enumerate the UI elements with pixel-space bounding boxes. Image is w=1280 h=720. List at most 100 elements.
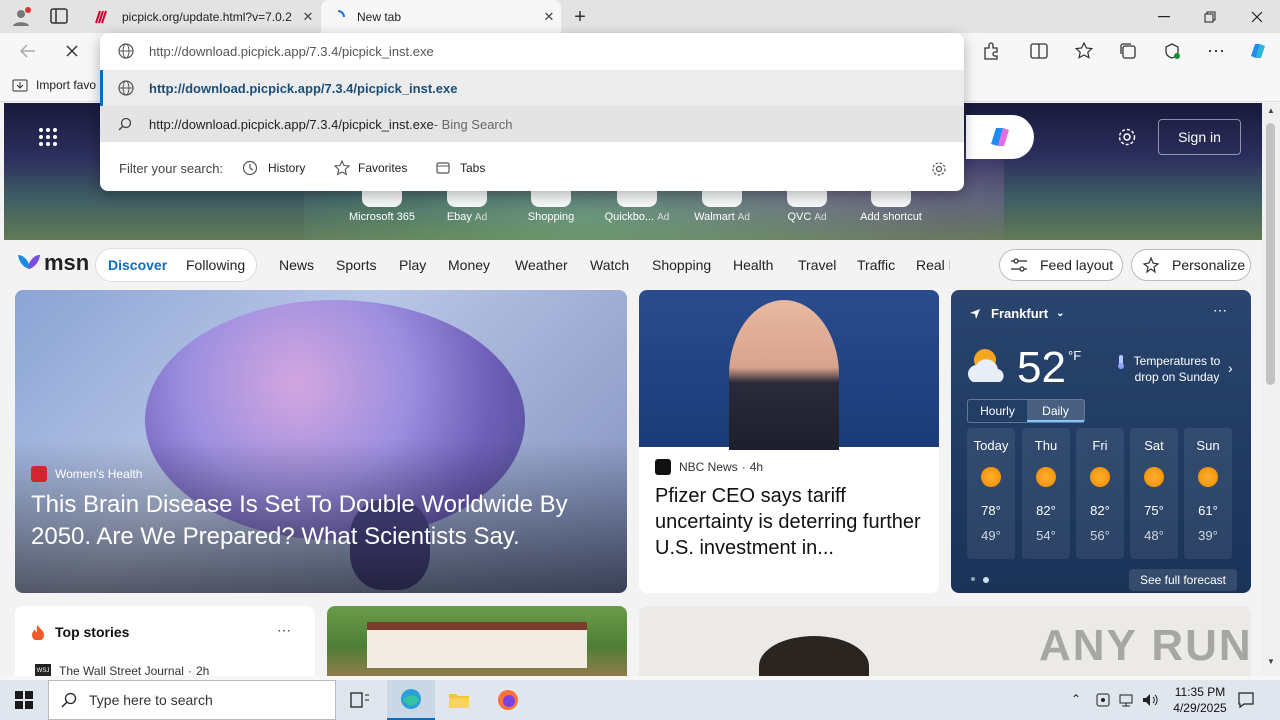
top-stories-title: Top stories xyxy=(55,624,130,640)
close-tab-icon[interactable]: ✕ xyxy=(296,5,320,29)
address-bar[interactable] xyxy=(100,33,964,69)
favorites-icon[interactable] xyxy=(1068,35,1100,67)
tab-hourly[interactable]: Hourly xyxy=(968,400,1027,422)
volume-icon[interactable] xyxy=(1141,691,1159,709)
tab-new-tab[interactable]: New tab ✕ xyxy=(321,0,561,33)
forecast-toggle: Hourly Daily xyxy=(967,399,1085,423)
edge-taskbar-icon[interactable] xyxy=(387,680,435,720)
import-favorites-link[interactable]: Import favo xyxy=(12,78,96,92)
personalize-button[interactable]: Personalize xyxy=(1131,249,1251,281)
suggestion-bing-search[interactable]: http://download.picpick.app/7.3.4/picpic… xyxy=(100,106,964,142)
sun-icon xyxy=(1036,467,1056,487)
nav-travel[interactable]: Travel xyxy=(798,257,836,273)
copilot-icon[interactable] xyxy=(1242,35,1274,67)
location-name: Frankfurt xyxy=(991,306,1049,321)
source-name: The Wall Street Journal xyxy=(59,664,184,676)
firefox-icon[interactable] xyxy=(484,680,532,720)
weather-location[interactable]: Frankfurt ⌄ xyxy=(969,306,1064,321)
feed-layout-button[interactable]: Feed layout xyxy=(999,249,1123,281)
settings-gear-icon[interactable] xyxy=(1117,127,1137,147)
day-low: 56° xyxy=(1090,528,1110,543)
browser-essentials-icon[interactable] xyxy=(1156,35,1188,67)
partly-sunny-icon xyxy=(1198,467,1218,487)
more-options-icon[interactable]: ⋯ xyxy=(1200,35,1232,67)
hotel-landscape-photo[interactable] xyxy=(327,606,627,676)
temp-unit[interactable]: °F xyxy=(1068,348,1081,363)
tab-actions-icon[interactable] xyxy=(50,8,68,24)
side-article-card[interactable]: NBC News · 4h Pfizer CEO says tariff unc… xyxy=(639,290,939,593)
wsj-logo-icon: WSJ xyxy=(35,664,51,676)
split-screen-icon[interactable] xyxy=(1023,35,1055,67)
forecast-day[interactable]: Sun 61° 39° xyxy=(1184,428,1232,559)
restore-icon[interactable] xyxy=(1187,0,1233,33)
search-settings-gear-icon[interactable] xyxy=(931,161,947,177)
nav-sports[interactable]: Sports xyxy=(336,257,376,273)
main-headline[interactable]: This Brain Disease Is Set To Double Worl… xyxy=(31,489,611,553)
forecast-day[interactable]: Today 78° 49° xyxy=(967,428,1015,559)
see-full-forecast-link[interactable]: See full forecast xyxy=(1129,569,1237,591)
stop-loading-icon[interactable] xyxy=(56,35,88,67)
filter-tabs[interactable]: Tabs xyxy=(435,160,485,176)
page-scrollbar[interactable]: ▲ ▼ xyxy=(1262,103,1280,676)
sign-in-button[interactable]: Sign in xyxy=(1158,119,1241,155)
history-icon xyxy=(242,160,258,176)
address-input[interactable] xyxy=(149,43,809,59)
weather-more-icon[interactable]: ⋯ xyxy=(1213,302,1227,319)
app-launcher-icon[interactable] xyxy=(38,127,58,147)
more-options-icon[interactable]: ⋯ xyxy=(277,622,291,639)
weather-alert[interactable]: Temperatures to drop on Sunday xyxy=(1131,353,1223,385)
defender-icon[interactable] xyxy=(1096,692,1110,708)
nav-shopping[interactable]: Shopping xyxy=(652,257,711,273)
taskbar-search-box[interactable]: Type here to search xyxy=(48,680,336,720)
nav-money[interactable]: Money xyxy=(448,257,490,273)
star-sparkle-icon xyxy=(1142,256,1160,274)
close-window-icon[interactable] xyxy=(1234,0,1280,33)
filter-history[interactable]: History xyxy=(242,160,305,176)
tabs-icon xyxy=(435,160,451,176)
scroll-thumb[interactable] xyxy=(1266,123,1275,385)
show-hidden-icons-chevron-icon[interactable]: ⌃ xyxy=(1071,692,1081,706)
globe-icon xyxy=(118,43,134,59)
nav-weather[interactable]: Weather xyxy=(515,257,568,273)
forecast-day[interactable]: Thu 82° 54° xyxy=(1022,428,1070,559)
close-tab-icon[interactable]: ✕ xyxy=(537,5,561,29)
network-icon[interactable] xyxy=(1118,692,1134,708)
clock[interactable]: 11:35 PM 4/29/2025 xyxy=(1160,684,1240,716)
task-view-icon[interactable] xyxy=(336,680,384,720)
tab-discover[interactable]: Discover xyxy=(108,257,167,273)
windows-start-icon[interactable] xyxy=(0,680,48,720)
back-icon[interactable] xyxy=(12,35,44,67)
side-headline[interactable]: Pfizer CEO says tariff uncertainty is de… xyxy=(655,483,925,561)
tab-following[interactable]: Following xyxy=(186,257,245,273)
collections-icon[interactable] xyxy=(1112,35,1144,67)
nav-play[interactable]: Play xyxy=(399,257,426,273)
extensions-icon[interactable] xyxy=(975,35,1007,67)
forecast-day[interactable]: Sat 75° 48° xyxy=(1130,428,1178,559)
nav-news[interactable]: News xyxy=(279,257,314,273)
article-photo[interactable]: ANY RUN xyxy=(639,606,1251,676)
file-explorer-icon[interactable] xyxy=(435,680,483,720)
feed-toggle: Discover Following xyxy=(95,248,257,282)
scroll-up-icon[interactable]: ▲ xyxy=(1267,106,1275,115)
copilot-search-button[interactable] xyxy=(966,115,1034,159)
new-tab-plus-icon[interactable]: + xyxy=(568,6,592,28)
tab-picpick[interactable]: picpick.org/update.html?v=7.0.2 ✕ xyxy=(84,0,320,33)
nav-watch[interactable]: Watch xyxy=(590,257,629,273)
main-article-card[interactable]: Women's Health This Brain Disease Is Set… xyxy=(15,290,627,593)
suggestion-url[interactable]: http://download.picpick.app/7.3.4/picpic… xyxy=(100,70,964,106)
forecast-day[interactable]: Fri 82° 56° xyxy=(1076,428,1124,559)
scroll-down-icon[interactable]: ▼ xyxy=(1267,657,1275,666)
minimize-icon[interactable] xyxy=(1141,0,1187,33)
profile-icon[interactable] xyxy=(10,6,32,28)
nav-real-estate[interactable]: Real E xyxy=(916,257,950,273)
filter-label: Filter your search: xyxy=(119,161,224,176)
msn-logo[interactable]: msn xyxy=(16,250,89,276)
nav-health[interactable]: Health xyxy=(733,257,773,273)
partly-cloudy-icon xyxy=(965,344,1013,388)
nav-traffic[interactable]: Traffic xyxy=(857,257,895,273)
chevron-right-icon[interactable]: › xyxy=(1228,360,1233,376)
ad-badge: Ad xyxy=(737,212,750,223)
filter-favorites[interactable]: Favorites xyxy=(334,160,407,176)
tab-daily[interactable]: Daily xyxy=(1026,400,1084,422)
notification-icon[interactable] xyxy=(1237,691,1255,709)
